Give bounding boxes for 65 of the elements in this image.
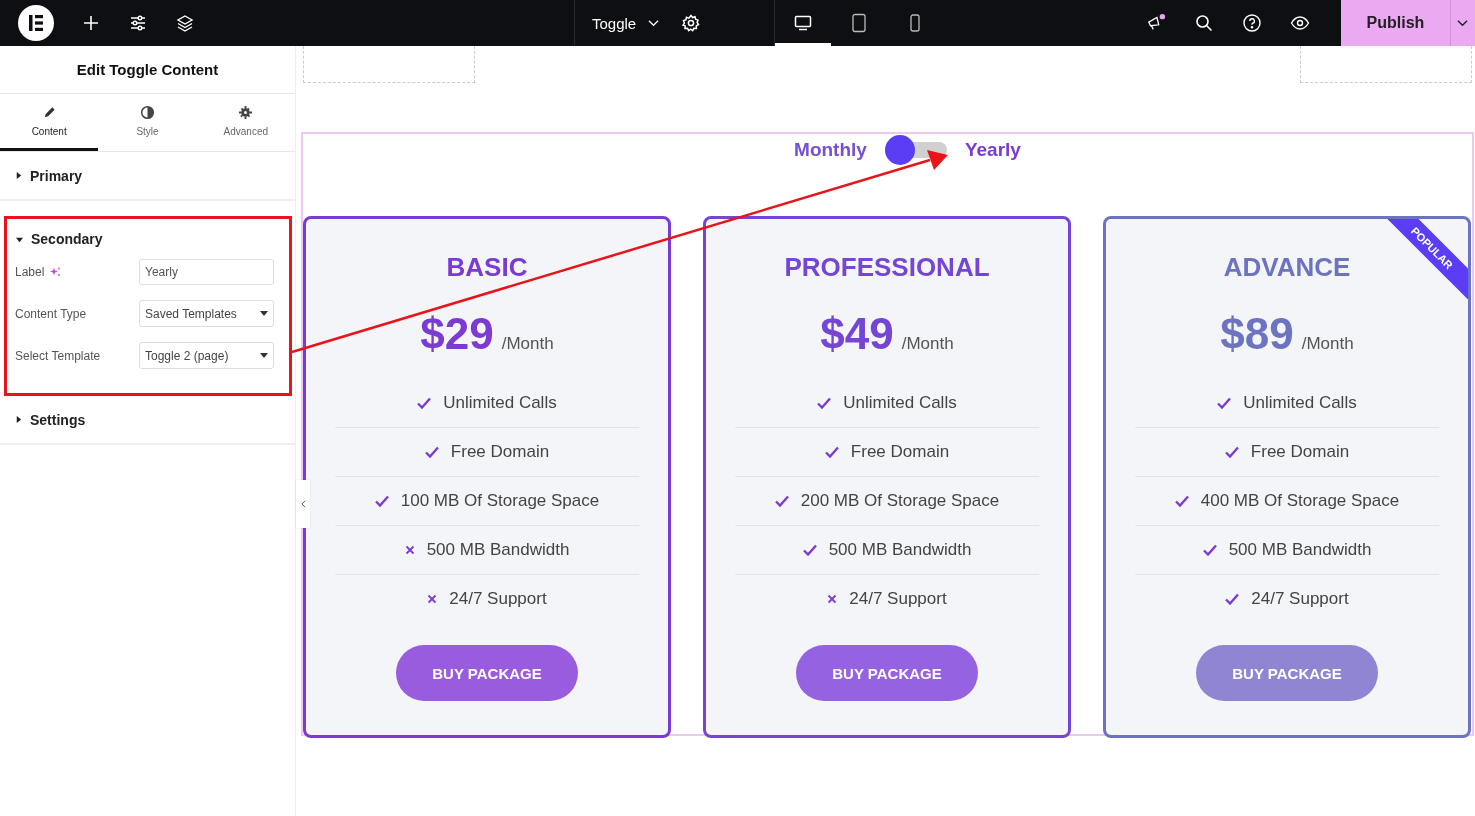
- feature-text: Unlimited Calls: [843, 393, 957, 413]
- field-label: Content Type: [15, 306, 87, 321]
- caret-icon: [260, 311, 268, 316]
- feature-text: 500 MB Bandwidth: [828, 540, 972, 560]
- panel-tab[interactable]: Advanced: [196, 94, 295, 151]
- panel-tab[interactable]: Content: [0, 94, 99, 151]
- feature-text: 200 MB Of Storage Space: [800, 491, 1000, 511]
- price-period: /Month: [1301, 334, 1354, 354]
- tablet-icon: [849, 13, 869, 33]
- section-header[interactable]: Settings: [0, 396, 295, 443]
- feature-text: 24/7 Support: [449, 589, 547, 609]
- panel-title: Edit Toggle Content: [0, 46, 295, 94]
- caret-icon: [260, 353, 268, 358]
- field-label: Label: [15, 265, 45, 279]
- feature-text: 400 MB Of Storage Space: [1200, 491, 1400, 511]
- layers-icon[interactable]: [175, 13, 195, 33]
- select-dropdown[interactable]: Toggle 2 (page): [139, 342, 274, 369]
- feature-text: 24/7 Support: [849, 589, 947, 609]
- sliders-icon[interactable]: [128, 13, 148, 33]
- help-icon[interactable]: [1242, 13, 1262, 33]
- plan-name: ADVANCE: [1223, 252, 1351, 283]
- preview-eye-icon[interactable]: [1290, 13, 1310, 33]
- chevron-left-icon: [300, 500, 306, 508]
- contrast-icon: [140, 105, 155, 120]
- plan-price: $89: [1220, 309, 1294, 359]
- yearly-label: Yearly: [964, 139, 1021, 161]
- feature-text: 500 MB Bandwidth: [426, 540, 570, 560]
- buy-package-button[interactable]: BUY PACKAGE: [796, 645, 978, 701]
- plan-name: PROFESSIONAL: [784, 252, 990, 283]
- monitor-icon: [793, 13, 813, 33]
- feature-text: 100 MB Of Storage Space: [400, 491, 600, 511]
- document-dropdown[interactable]: Toggle: [592, 14, 660, 32]
- feature-text: 24/7 Support: [1251, 589, 1349, 609]
- price-period: /Month: [901, 334, 954, 354]
- settings-icon: [238, 105, 254, 120]
- chevron-down-icon: [648, 19, 660, 27]
- panel-tab[interactable]: Style: [98, 94, 197, 151]
- feature-text: Free Domain: [450, 442, 550, 462]
- plan-name: BASIC: [446, 252, 528, 283]
- section-header[interactable]: Secondary: [7, 219, 289, 259]
- section-header[interactable]: Primary: [0, 152, 295, 199]
- feature-text: 500 MB Bandwidth: [1228, 540, 1372, 560]
- triangle-icon: [16, 235, 23, 243]
- monthly-label: Monthly: [794, 139, 867, 161]
- field-label: Select Template: [15, 348, 101, 363]
- triangle-icon: [15, 416, 22, 423]
- plan-price: $49: [820, 309, 894, 359]
- chevron-down-icon: [1457, 19, 1468, 27]
- buy-package-button[interactable]: BUY PACKAGE: [396, 645, 578, 701]
- triangle-icon: [15, 172, 22, 179]
- label-input[interactable]: Yearly: [139, 259, 274, 285]
- feature-text: Unlimited Calls: [1243, 393, 1357, 413]
- sparkle-icon[interactable]: [49, 266, 62, 278]
- collapse-panel-handle[interactable]: [296, 480, 310, 528]
- settings-icon[interactable]: [681, 13, 702, 33]
- publish-button[interactable]: Publish: [1341, 0, 1450, 46]
- feature-text: Free Domain: [850, 442, 950, 462]
- feature-text: Free Domain: [1250, 442, 1350, 462]
- plan-price: $29: [420, 309, 494, 359]
- feature-text: Unlimited Calls: [443, 393, 557, 413]
- select-dropdown[interactable]: Saved Templates: [139, 300, 274, 327]
- logo-icon[interactable]: [18, 5, 54, 41]
- price-period: /Month: [501, 334, 554, 354]
- search-icon[interactable]: [1194, 13, 1214, 33]
- add-icon[interactable]: [81, 13, 101, 33]
